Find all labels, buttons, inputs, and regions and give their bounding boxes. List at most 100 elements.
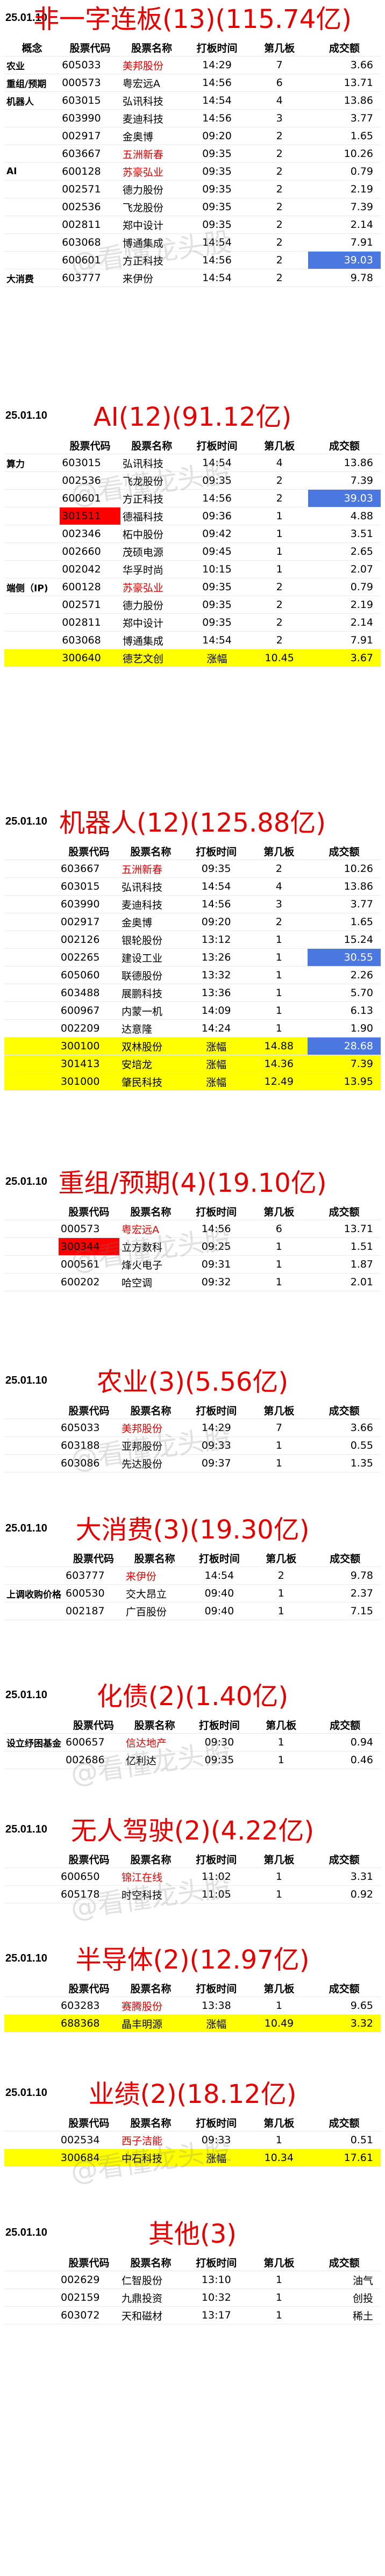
- table-row: 002660 茂硕电源 09:45 1 2.65: [4, 542, 381, 561]
- stock-name-cell: 飞龙股份: [120, 198, 183, 216]
- board-count-cell: 6: [251, 74, 308, 92]
- stock-code-cell: 605033: [60, 56, 120, 74]
- board-time-cell: 09:25: [182, 1237, 251, 1256]
- board-time-cell: 09:20: [182, 913, 251, 931]
- table-row: 603667 五洲新春 09:35 2 10.26: [4, 860, 381, 878]
- column-header: 股票名称: [123, 1549, 186, 1567]
- stock-code-cell: 603990: [58, 895, 119, 913]
- board-time-cell: 14:56: [183, 109, 251, 127]
- board-time-cell: 14:54: [183, 454, 251, 472]
- stock-name-cell: 时空科技: [119, 1885, 182, 1904]
- stock-code-cell: 688368: [58, 2014, 120, 2033]
- board-time-cell: 09:35: [183, 216, 251, 234]
- stock-name-cell: 弘讯科技: [119, 877, 182, 896]
- concept-cell: [4, 2288, 59, 2307]
- turnover-cell: 7.91: [308, 233, 381, 252]
- concept-cell: [4, 2131, 59, 2149]
- section-title: 业绩(2)(18.12亿): [88, 2079, 297, 2109]
- stock-name-cell: 五洲新春: [120, 145, 183, 163]
- board-count-cell: 4: [251, 91, 308, 110]
- stock-code-cell: 000573: [58, 1220, 119, 1238]
- concept-cell: [4, 1454, 59, 1472]
- section-title: 其他(3): [148, 2219, 237, 2249]
- board-time-cell: 13:26: [182, 948, 251, 967]
- stock-name-cell: 飞龙股份: [120, 471, 183, 490]
- concept-cell: [4, 895, 59, 913]
- board-time-cell: 09:42: [183, 525, 251, 543]
- turnover-cell: 稀土: [308, 2306, 381, 2324]
- turnover-cell: 4.88: [308, 507, 381, 525]
- stock-code-cell: 603990: [60, 109, 120, 127]
- turnover-cell: 3.77: [308, 895, 381, 913]
- stock-name-cell: 安培龙: [119, 1055, 182, 1073]
- stock-name-cell: 方正科技: [120, 489, 183, 507]
- concept-cell: [4, 1237, 59, 1256]
- column-header: [4, 1401, 59, 1419]
- table-row: 002042 华孚时尚 10:15 1 2.07: [4, 560, 381, 578]
- table-header-row: 股票代码 股票名称 打板时间 第几板 成交额: [4, 1203, 381, 1220]
- column-header: [4, 1850, 59, 1868]
- column-header: 股票名称: [119, 842, 182, 860]
- column-header: 成交额: [308, 2253, 381, 2271]
- column-header: 成交额: [308, 39, 381, 56]
- column-header: 股票名称: [120, 39, 183, 56]
- turnover-cell: 2.14: [308, 613, 381, 632]
- turnover-cell: 13.86: [308, 91, 381, 110]
- table-header-row: 概念 股票代码 股票名称 打板时间 第几板 成交额: [4, 39, 381, 56]
- board-count-cell: 2: [251, 578, 308, 596]
- stock-code-cell: 600128: [60, 578, 120, 596]
- stock-table: 股票代码 股票名称 打板时间 第几板 成交额 600650 锦江在线 11:02 1 3.31 60…: [4, 1850, 381, 1904]
- table-row: AI 600128 苏豪弘业 09:35 2 0.79: [4, 162, 381, 181]
- stock-code-cell: 002811: [60, 216, 120, 234]
- table-row: 300640 德艺文创 涨幅 10.45 3.67: [4, 649, 381, 667]
- stock-name-cell: 郑中设计: [120, 613, 183, 632]
- turnover-cell: 2.37: [309, 1584, 381, 1602]
- table-row: 002686 亿利达 09:35 1 0.46: [4, 1751, 381, 1769]
- column-header: [4, 842, 59, 860]
- table-row: 002917 金奥博 09:20 2 1.65: [4, 127, 381, 145]
- concept-cell: [4, 1220, 59, 1238]
- board-time-cell: 09:35: [183, 162, 251, 181]
- turnover-cell: 2.19: [308, 596, 381, 614]
- board-time-cell: 11:05: [182, 1885, 251, 1904]
- section-title: 化债(2)(1.40亿): [96, 1681, 289, 1712]
- stock-name-cell: 弘讯科技: [120, 91, 183, 110]
- column-header: 股票代码: [60, 437, 120, 454]
- stock-name-cell: 晶丰明源: [119, 2014, 182, 2033]
- board-count-cell: 2: [251, 489, 308, 507]
- stock-code-cell: 300100: [58, 1037, 119, 1055]
- turnover-cell: 2.14: [308, 216, 381, 234]
- concept-cell: [4, 1602, 63, 1620]
- stock-code-cell: 603488: [58, 984, 119, 1002]
- stock-name-cell: 苏豪弘业: [120, 578, 183, 596]
- board-count-cell: 1: [253, 1751, 310, 1769]
- concept-cell: [4, 1867, 59, 1886]
- table-row: 603488 展鹏科技 13:36 1 5.70: [4, 984, 381, 1002]
- board-time-cell: 10:32: [182, 2288, 251, 2307]
- board-time-cell: 14:56: [182, 1220, 251, 1238]
- column-header: 成交额: [308, 842, 381, 860]
- stock-name-cell: 郑中设计: [120, 216, 183, 234]
- column-header: 股票名称: [119, 1850, 182, 1868]
- table-header-row: 股票代码 股票名称 打板时间 第几板 成交额: [4, 2114, 381, 2131]
- table-row: 600650 锦江在线 11:02 1 3.31: [4, 1867, 381, 1886]
- stock-code-cell: 600601: [60, 251, 120, 269]
- concept-cell: [4, 109, 60, 127]
- board-count-cell: 10.49: [250, 2014, 308, 2033]
- stock-name-cell: 德力股份: [120, 596, 183, 614]
- column-header: 第几板: [251, 39, 308, 56]
- stock-code-cell: 002187: [63, 1602, 124, 1620]
- stock-name-cell: 金奥博: [119, 913, 182, 931]
- column-header: 股票代码: [60, 39, 120, 56]
- column-header: 打板时间: [186, 1716, 253, 1734]
- table-row: 603072 天和磁材 13:17 1 稀土: [4, 2306, 381, 2324]
- board-time-cell: 14:56: [183, 489, 251, 507]
- column-header: [4, 2253, 59, 2271]
- stock-code-cell: 002536: [60, 471, 120, 490]
- table-row: 000573 粤宏远A 14:56 6 13.71: [4, 1220, 381, 1238]
- turnover-cell: 创投: [308, 2288, 381, 2307]
- table-row: 002571 德力股份 09:35 2 2.19: [4, 596, 381, 614]
- stock-name-cell: 苏豪弘业: [120, 162, 183, 181]
- stock-code-cell: 002917: [60, 127, 120, 145]
- board-count-cell: 1: [250, 2131, 308, 2149]
